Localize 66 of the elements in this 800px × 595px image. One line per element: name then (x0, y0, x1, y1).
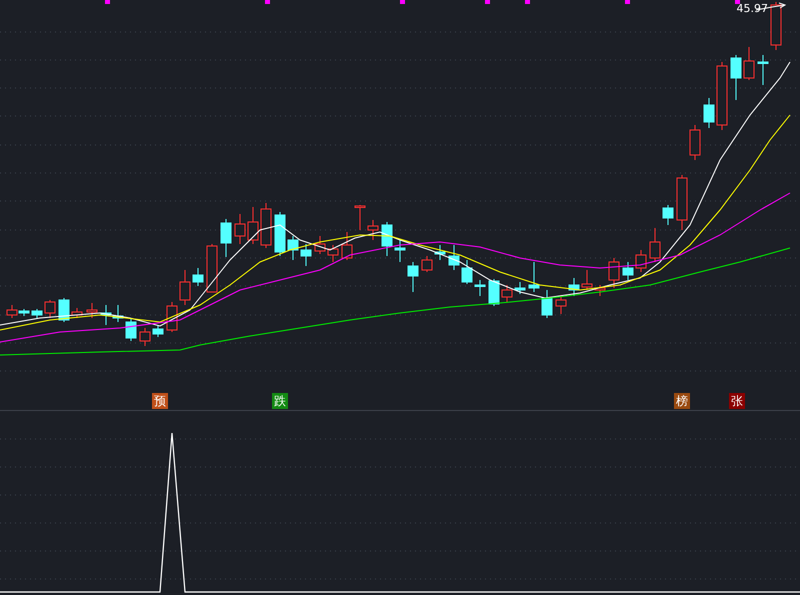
candlestick (676, 174, 688, 230)
candlestick (488, 278, 500, 306)
candlestick (594, 284, 606, 296)
candlestick (542, 290, 552, 318)
candlestick (328, 244, 338, 262)
candlestick (314, 236, 326, 254)
candlestick (636, 250, 646, 272)
candlestick (342, 232, 352, 260)
candlestick (704, 98, 714, 128)
candlestick (32, 308, 42, 318)
candlestick (86, 302, 98, 318)
candlestick (462, 260, 472, 284)
candlestick (448, 244, 460, 270)
tick-mark (485, 0, 490, 4)
candlestick (44, 300, 56, 318)
candlestick (300, 244, 312, 266)
candlestick (140, 328, 150, 346)
candlestick (100, 304, 112, 326)
candlestick (568, 278, 580, 296)
candlestick (126, 318, 136, 342)
candlestick (422, 256, 432, 272)
candlestick (112, 304, 124, 322)
candlestick (206, 244, 218, 292)
tick-mark (265, 0, 270, 4)
tick-mark (625, 0, 630, 4)
candlestick (662, 204, 674, 226)
candlestick (152, 324, 164, 338)
candlestick (368, 220, 378, 240)
candlestick (72, 308, 82, 318)
candlestick (58, 298, 70, 322)
candlestick (608, 258, 620, 288)
tick-mark (735, 0, 740, 4)
price-label: 45.97 (736, 2, 768, 15)
tick-mark (105, 0, 110, 4)
candlestick (394, 240, 406, 262)
candlestick (514, 282, 526, 294)
candlestick (260, 202, 272, 248)
candlestick (192, 268, 204, 286)
candlestick (220, 218, 232, 258)
candlestick (248, 206, 258, 244)
candlestick (758, 54, 768, 86)
signal-marker: 预 (152, 393, 168, 409)
candlestick (408, 262, 418, 292)
candlestick (180, 270, 190, 306)
candlestick (730, 54, 742, 100)
signal-marker: 张 (729, 393, 745, 409)
candlestick (528, 262, 540, 292)
candlestick (474, 280, 486, 296)
candlestick (650, 228, 660, 262)
signal-marker: 跌 (272, 393, 288, 409)
tick-mark (525, 0, 530, 4)
candlestick (716, 62, 728, 130)
candlestick (354, 204, 366, 230)
signal-marker: 榜 (674, 393, 690, 409)
tick-mark (400, 0, 405, 4)
candlestick (556, 294, 566, 314)
candlestick (288, 236, 298, 260)
candlestick (744, 46, 754, 80)
candlestick (234, 214, 246, 244)
candlestick (274, 212, 286, 256)
candlestick (690, 124, 700, 160)
candlestick (502, 284, 512, 302)
candlestick (582, 270, 592, 290)
candlestick (434, 244, 446, 260)
candlestick (382, 222, 392, 256)
candlestick (622, 262, 634, 280)
